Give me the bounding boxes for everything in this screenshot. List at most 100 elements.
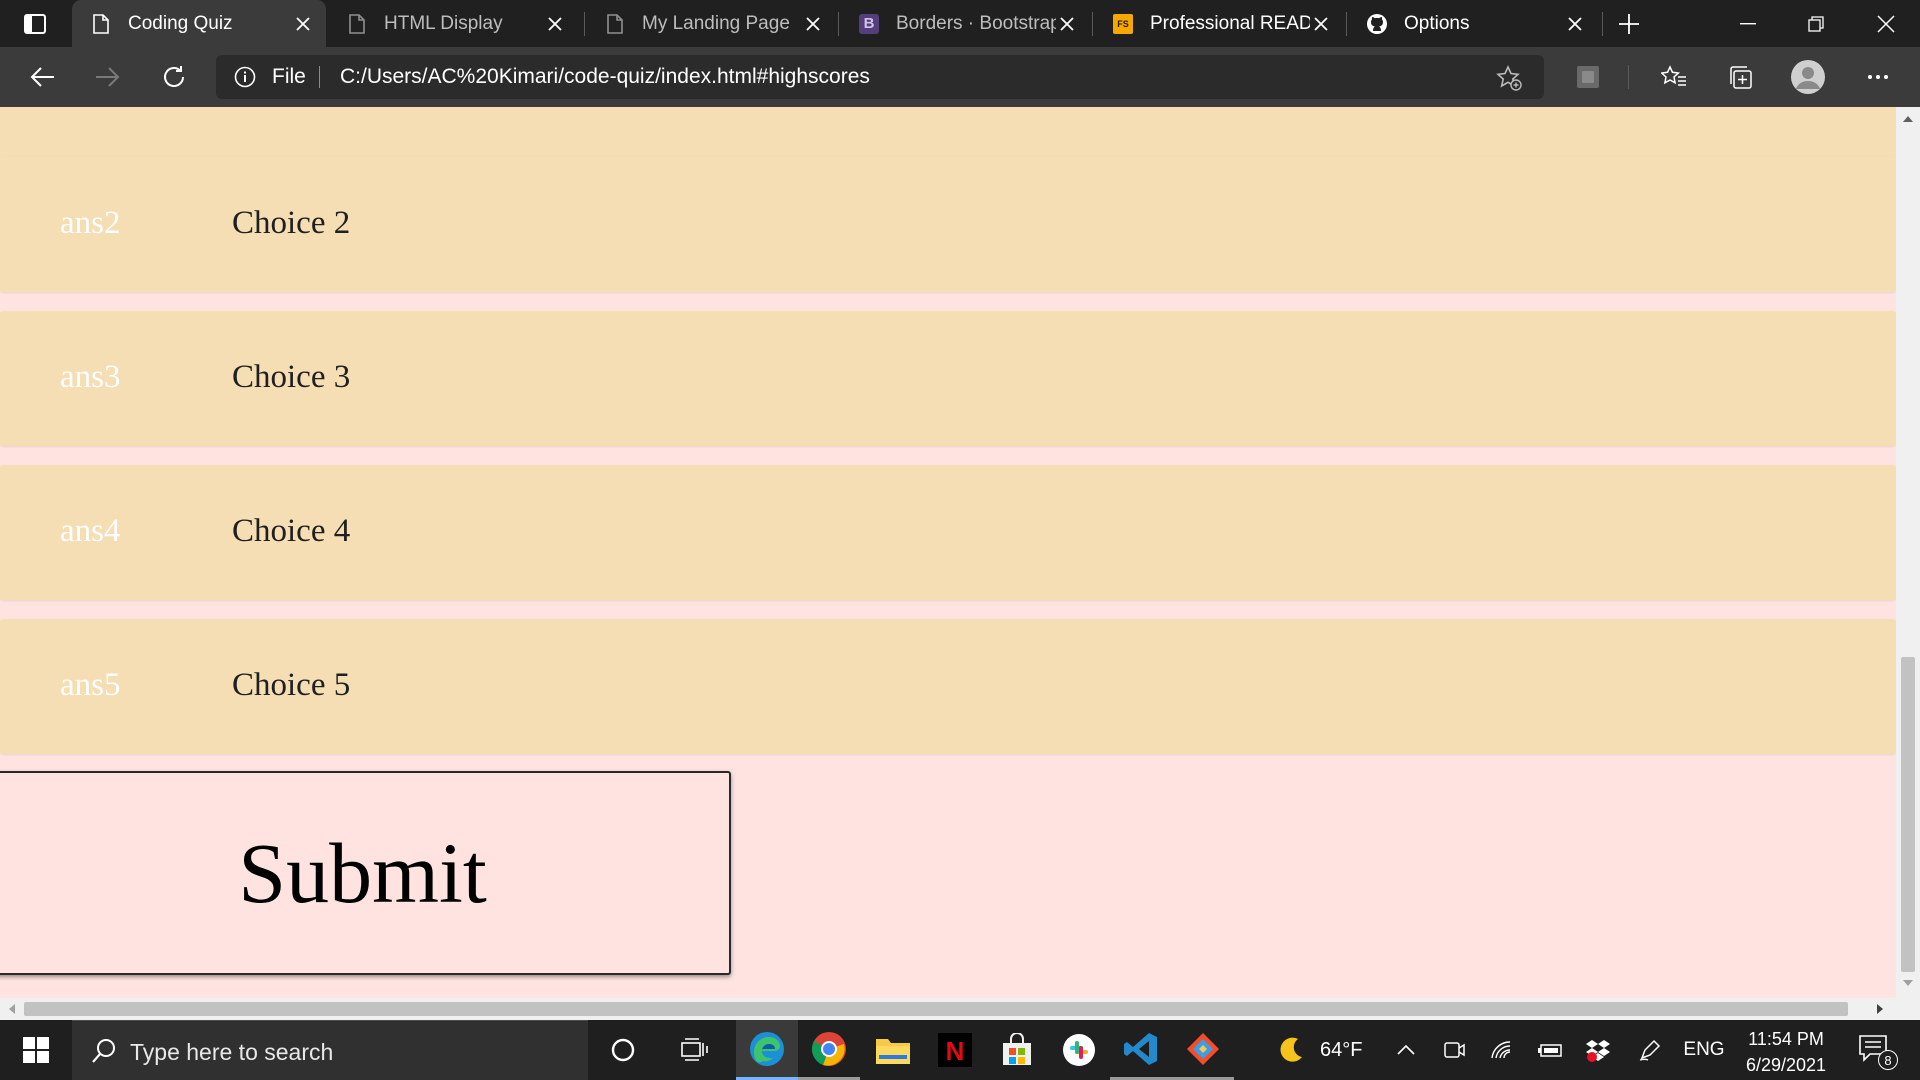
answer-text: Choice 5	[232, 667, 351, 703]
forward-button[interactable]	[88, 57, 128, 97]
taskbar-file-explorer[interactable]	[862, 1020, 924, 1080]
tray-meet-now[interactable]	[1438, 1020, 1470, 1080]
close-icon	[1877, 14, 1895, 33]
folder-icon	[876, 1039, 910, 1064]
more-icon	[1868, 75, 1888, 79]
taskbar-vscode[interactable]	[1110, 1020, 1172, 1080]
horizontal-scroll-thumb[interactable]	[24, 1002, 1848, 1016]
close-icon[interactable]	[292, 13, 314, 35]
close-icon[interactable]	[1310, 13, 1332, 35]
clock-date: 6/29/2021	[1745, 1055, 1827, 1075]
scroll-down-icon[interactable]	[1902, 979, 1914, 987]
taskbar-edge[interactable]	[736, 1020, 798, 1080]
tab-separator	[1602, 12, 1603, 36]
browser-toolbar: File C:/Users/AC%20Kimari/code-quiz/inde…	[0, 47, 1920, 107]
clock-time: 11:54 PM	[1748, 1029, 1824, 1049]
answer-option[interactable]: ans2 Choice 2	[0, 157, 1896, 292]
slack-icon	[1063, 1034, 1095, 1066]
vertical-scroll-thumb[interactable]	[1901, 657, 1915, 972]
tray-network[interactable]	[1486, 1020, 1518, 1080]
tab-separator	[584, 12, 585, 36]
profile-button[interactable]	[1790, 59, 1826, 95]
taskbar-git-app[interactable]	[1172, 1020, 1234, 1080]
scroll-up-icon[interactable]	[1902, 115, 1914, 123]
tab-title: Borders · Bootstrap	[896, 12, 1056, 34]
search-icon	[92, 1039, 115, 1063]
tray-battery[interactable]	[1534, 1020, 1566, 1080]
moon-icon	[1280, 1037, 1302, 1062]
info-icon[interactable]	[234, 66, 256, 88]
refresh-button[interactable]	[154, 57, 194, 97]
tab-options[interactable]: Options	[1348, 0, 1598, 47]
tab-actions-button[interactable]	[18, 11, 52, 37]
github-icon	[1366, 13, 1388, 35]
taskbar-clock[interactable]: 11:54 PM 6/29/2021	[1728, 1026, 1844, 1078]
close-icon[interactable]	[802, 13, 824, 35]
scroll-right-icon[interactable]	[1876, 1003, 1884, 1015]
answer-text: Choice 3	[232, 359, 351, 395]
weather-temperature: 64°F	[1320, 1038, 1363, 1061]
tray-language[interactable]: ENG	[1680, 1020, 1728, 1080]
tab-borders-bootstrap[interactable]: B Borders · Bootstrap	[840, 0, 1090, 47]
cortana-button[interactable]	[592, 1020, 654, 1080]
start-button[interactable]	[0, 1020, 72, 1080]
tab-professional-readme[interactable]: FS Professional READM	[1094, 0, 1344, 47]
page-viewport: ans2 Choice 2 ans3 Choice 3 ans4 Choice …	[0, 107, 1896, 998]
back-arrow-icon	[30, 67, 54, 87]
collections-button[interactable]	[1722, 59, 1758, 95]
tab-html-display[interactable]: HTML Display	[328, 0, 578, 47]
favorites-button[interactable]	[1656, 59, 1692, 95]
settings-more-button[interactable]	[1860, 59, 1896, 95]
page-icon	[90, 13, 112, 35]
page-icon	[346, 13, 368, 35]
refresh-icon	[164, 66, 184, 87]
collections-icon	[1730, 66, 1752, 89]
answer-id: ans5	[60, 667, 121, 703]
vertical-scrollbar[interactable]	[1896, 107, 1920, 998]
toolbar-divider	[1628, 65, 1629, 89]
answer-option[interactable]: ans5 Choice 5	[0, 619, 1896, 754]
task-view-button[interactable]	[664, 1020, 726, 1080]
tab-title: Professional READM	[1150, 12, 1310, 34]
close-icon[interactable]	[1564, 13, 1586, 35]
extension-button[interactable]	[1570, 59, 1606, 95]
action-center-button[interactable]: 8	[1858, 1034, 1898, 1070]
taskbar-search-box[interactable]: Type here to search	[72, 1020, 588, 1080]
taskbar-slack[interactable]	[1048, 1020, 1110, 1080]
answer-option[interactable]: ans4 Choice 4	[0, 465, 1896, 600]
edge-browser-icon	[750, 1031, 784, 1066]
answer-text: Choice 4	[232, 513, 351, 549]
scrollbar-corner	[1896, 998, 1920, 1020]
extension-icon	[1577, 66, 1599, 88]
taskbar-chrome[interactable]	[798, 1020, 860, 1080]
tab-my-landing-page[interactable]: My Landing Page	[586, 0, 836, 47]
submit-button[interactable]: Submit	[0, 771, 731, 975]
tab-actions-icon	[24, 14, 46, 34]
notification-count-badge: 8	[1878, 1050, 1898, 1070]
url-text[interactable]: C:/Users/AC%20Kimari/code-quiz/index.htm…	[340, 65, 870, 89]
close-icon[interactable]	[544, 13, 566, 35]
show-hidden-icons-button[interactable]	[1390, 1020, 1422, 1080]
taskbar-microsoft-store[interactable]	[986, 1020, 1048, 1080]
tab-separator	[1346, 12, 1347, 36]
chevron-up-icon	[1397, 1045, 1415, 1055]
taskbar-netflix[interactable]: N	[924, 1020, 986, 1080]
close-icon[interactable]	[1056, 13, 1078, 35]
wifi-icon	[1491, 1041, 1511, 1059]
add-favorite-icon[interactable]	[1496, 65, 1522, 91]
minimize-button[interactable]	[1714, 0, 1782, 47]
tray-pen[interactable]	[1634, 1020, 1666, 1080]
tray-dropbox[interactable]	[1582, 1020, 1614, 1080]
answer-option[interactable]: ans3 Choice 3	[0, 311, 1896, 446]
new-tab-button[interactable]	[1612, 8, 1646, 40]
scroll-left-icon[interactable]	[8, 1003, 16, 1015]
close-window-button[interactable]	[1852, 0, 1920, 47]
url-scheme-label: File	[272, 65, 306, 88]
tab-coding-quiz[interactable]: Coding Quiz	[72, 0, 326, 47]
horizontal-scrollbar[interactable]	[0, 998, 1896, 1020]
address-bar[interactable]: File C:/Users/AC%20Kimari/code-quiz/inde…	[216, 55, 1544, 99]
restore-button[interactable]	[1782, 0, 1850, 47]
back-button[interactable]	[22, 57, 62, 97]
weather-widget[interactable]: 64°F	[1276, 1020, 1362, 1080]
dropbox-icon	[1586, 1040, 1610, 1062]
